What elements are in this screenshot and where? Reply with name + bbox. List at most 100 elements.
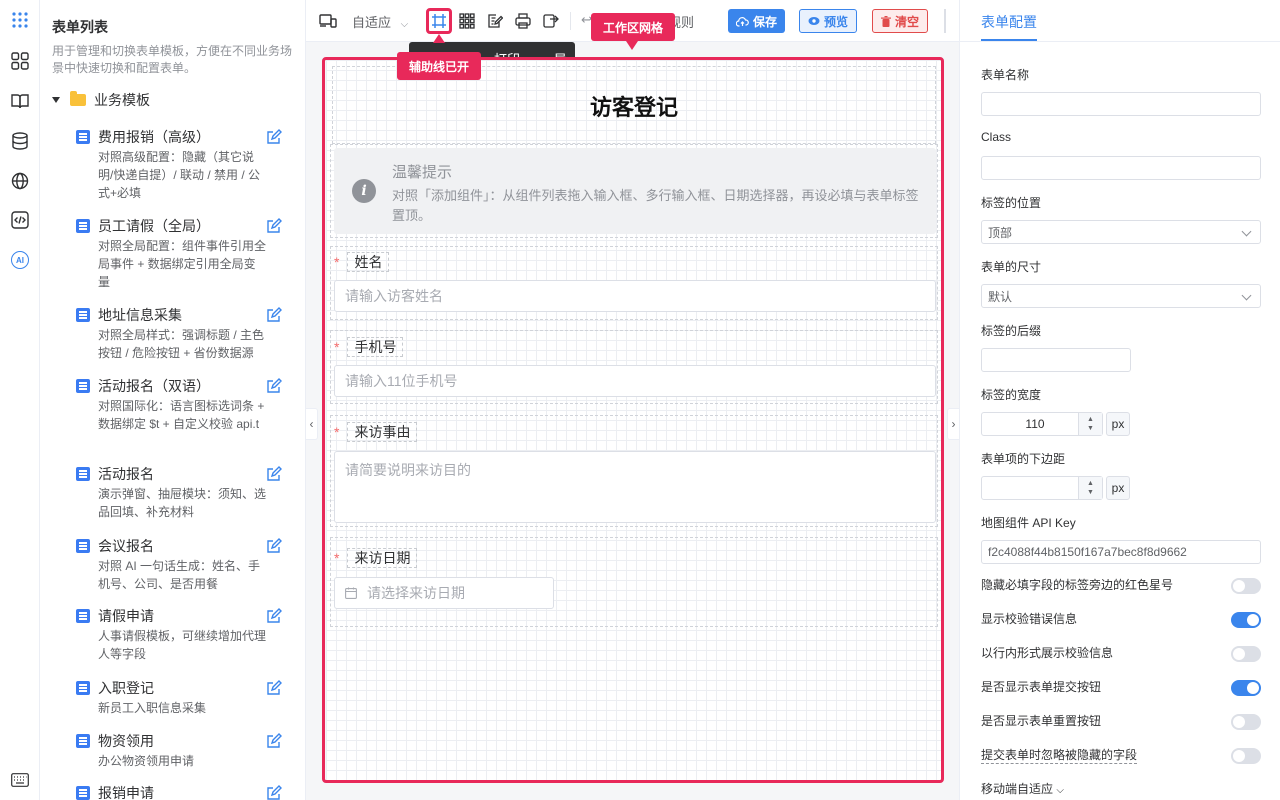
tab-form-config[interactable]: 表单配置 — [981, 12, 1037, 32]
form-name-input[interactable] — [981, 92, 1261, 116]
edit-icon[interactable] — [266, 733, 282, 749]
toggle-label: 提交表单时忽略被隐藏的字段 — [981, 748, 1138, 764]
item-name: 入职登记 — [98, 680, 154, 696]
item-desc: 对照 AI 一句话生成：姓名、手机号、公司、是否用餐 — [98, 559, 261, 591]
edit-icon[interactable] — [266, 538, 282, 554]
item-desc: 人事请假模板，可继续增加代理人等字段 — [98, 629, 267, 661]
label-suffix-label: 标签的后缀 — [981, 324, 1042, 338]
edit-icon[interactable] — [266, 785, 282, 800]
globe-icon[interactable] — [9, 170, 31, 192]
document-icon — [76, 130, 90, 144]
item-desc: 办公物资领用申请 — [98, 754, 195, 768]
edit-icon[interactable] — [266, 378, 282, 394]
edit-icon[interactable] — [266, 608, 282, 624]
label-width-stepper[interactable]: 110 ▲ ▼ — [981, 412, 1103, 436]
toggle-label: 是否显示表单提交按钮 — [981, 680, 1102, 694]
label-position-label: 标签的位置 — [981, 196, 1042, 210]
keyboard-icon[interactable] — [9, 769, 31, 791]
unit-suffix: px — [1106, 412, 1130, 436]
apps-grid-icon[interactable] — [9, 9, 31, 31]
grid-callout: 工作区网格 — [591, 13, 675, 41]
folder-label: 业务模板 — [94, 92, 150, 108]
form-size-label: 表单的尺寸 — [981, 260, 1042, 274]
document-icon — [76, 467, 90, 481]
item-name: 员工请假（全局） — [98, 218, 210, 234]
panel-title: 表单列表 — [52, 19, 108, 35]
workspace-grid-highlight — [322, 57, 944, 783]
device-icon[interactable] — [318, 11, 338, 31]
toggle-label: 显示校验错误信息 — [981, 612, 1078, 626]
folder-business-templates[interactable]: 业务模板 — [52, 90, 150, 110]
show-submit-switch[interactable] — [1231, 680, 1261, 696]
hide-required-asterisk-switch[interactable] — [1231, 578, 1261, 594]
toolbar-edge — [944, 9, 946, 33]
form-config-panel: 表单配置 表单名称 Class 标签的位置 顶部 表单的尺寸 默认 标签的后缀 … — [959, 0, 1280, 800]
ai-assistant-icon[interactable]: AI — [9, 249, 31, 271]
import-icon[interactable] — [541, 11, 561, 31]
document-icon — [76, 681, 90, 695]
document-icon — [76, 539, 90, 553]
mobile-adapt-expander[interactable]: 移动端自适应 ⌵ — [981, 780, 1064, 797]
show-validation-switch[interactable] — [1231, 612, 1261, 628]
label-width-label: 标签的宽度 — [981, 388, 1042, 402]
preview-button[interactable]: 预览 — [799, 9, 858, 33]
edit-icon[interactable] — [266, 307, 282, 323]
show-reset-switch[interactable] — [1231, 714, 1261, 730]
collapse-left-handle[interactable]: ‹ — [306, 408, 318, 440]
item-name: 请假申请 — [98, 608, 154, 624]
item-name: 报销申请 — [98, 785, 154, 800]
eye-icon — [808, 17, 820, 25]
edit-icon[interactable] — [266, 466, 282, 482]
guides-callout: 辅助线已开 — [397, 52, 481, 80]
class-label: Class — [981, 130, 1012, 144]
document-icon — [76, 786, 90, 800]
inline-validation-switch[interactable] — [1231, 646, 1261, 662]
item-desc: 对照高级配置：隐藏（其它说明/快递自提）/ 联动 / 禁用 / 公式+必填 — [98, 150, 261, 200]
caret-down-icon — [52, 97, 60, 103]
edit-icon[interactable] — [266, 129, 282, 145]
form-size-select[interactable]: 默认 — [981, 284, 1261, 308]
collapse-right-handle[interactable]: › — [947, 408, 959, 440]
label-suffix-input[interactable] — [981, 348, 1131, 372]
item-name: 地址信息采集 — [98, 307, 182, 323]
cloud-upload-icon — [736, 16, 749, 27]
item-margin-stepper[interactable]: ▲ ▼ — [981, 476, 1103, 500]
clear-button[interactable]: 清空 — [872, 9, 929, 33]
workspace: 自适应 ⌵ ↩ 规则 保存 预览 清空 访客登记 i 温馨提示 对照「添加组件」… — [306, 0, 959, 800]
save-button[interactable]: 保存 — [728, 9, 786, 33]
guides-highlight — [426, 8, 452, 34]
label-position-select[interactable]: 顶部 — [981, 220, 1261, 244]
edit-icon[interactable] — [266, 680, 282, 696]
edit-icon[interactable] — [266, 218, 282, 234]
item-name: 会议报名 — [98, 538, 154, 554]
item-name: 活动报名（双语） — [98, 378, 210, 394]
code-icon[interactable] — [9, 209, 31, 231]
database-icon[interactable] — [9, 130, 31, 152]
item-desc: 演示弹窗、抽屉模块：须知、选品回填、补充材料 — [98, 487, 267, 519]
stepper-arrows[interactable]: ▲ ▼ — [1078, 413, 1102, 435]
toggle-label: 隐藏必填字段的标签旁边的红色星号 — [981, 578, 1174, 592]
device-select[interactable]: 自适应 ⌵ — [352, 12, 408, 31]
document-icon — [76, 219, 90, 233]
stepper-arrows[interactable]: ▲ ▼ — [1078, 477, 1102, 499]
api-key-input[interactable]: f2c4088f44b8150f167a7bec8f8d9662 — [981, 540, 1261, 564]
components-icon[interactable] — [9, 50, 31, 72]
item-desc: 新员工入职信息采集 — [98, 701, 207, 715]
trash-icon — [881, 15, 891, 27]
item-desc: 对照国际化：语言图标选词条 + 数据绑定 $t + 自定义校验 api.t — [98, 399, 265, 431]
item-margin-label: 表单项的下边距 — [981, 452, 1066, 466]
api-key-label: 地图组件 API Key — [981, 516, 1076, 530]
book-icon[interactable] — [9, 90, 31, 112]
callout-arrow — [626, 41, 638, 50]
edit-json-icon[interactable] — [485, 11, 505, 31]
toolbar-divider — [570, 12, 571, 30]
item-name: 物资领用 — [98, 733, 154, 749]
grid-icon[interactable] — [457, 11, 477, 31]
class-input[interactable] — [981, 156, 1261, 180]
item-name: 活动报名 — [98, 466, 154, 482]
print-icon[interactable] — [513, 11, 533, 31]
document-icon — [76, 379, 90, 393]
ignore-hidden-fields-switch[interactable] — [1231, 748, 1261, 764]
icon-rail: AI — [0, 0, 40, 800]
toggle-label: 是否显示表单重置按钮 — [981, 714, 1102, 728]
